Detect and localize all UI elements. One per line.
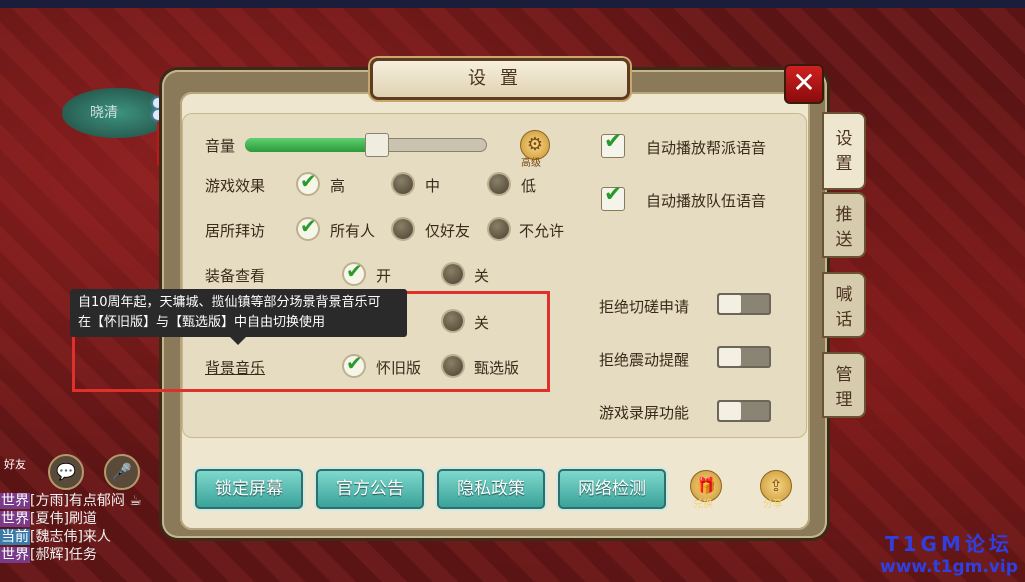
share-label: 分享 — [763, 499, 783, 510]
reject-duel-toggle[interactable] — [717, 293, 771, 315]
tooltip-line-2: 在【怀旧版】与【甄选版】中自由切换使用 — [78, 315, 326, 330]
home-visit-all-radio[interactable] — [298, 214, 318, 239]
privacy-policy-button[interactable]: 隐私政策 — [437, 469, 545, 509]
watermark-title: T1GM论坛 — [885, 532, 1013, 556]
auto-team-voice-checkbox[interactable] — [601, 182, 625, 211]
bgm-tooltip: 自10周年起，天墉城、揽仙镇等部分场景背景音乐可 在【怀旧版】与【甄选版】中自由… — [70, 289, 407, 345]
game-effect-mid-label: 中 — [425, 177, 441, 195]
volume-label: 音量 — [205, 137, 236, 155]
home-visit-label: 居所拜访 — [205, 222, 266, 240]
redeem-label: 兑换 — [693, 499, 713, 510]
tab-push[interactable]: 推送 — [822, 192, 866, 258]
lock-screen-button[interactable]: 锁定屏幕 — [195, 469, 303, 509]
close-button[interactable]: ✕ — [784, 64, 824, 104]
auto-team-voice-label: 自动播放队伍语音 — [646, 192, 767, 210]
volume-slider[interactable] — [245, 133, 487, 157]
home-visit-all-label: 所有人 — [330, 222, 376, 240]
gift-icon: 🎁 — [696, 476, 716, 495]
chat-line: 当前[魏志伟]来人 — [0, 529, 111, 545]
home-visit-friends-radio[interactable] — [393, 219, 413, 239]
announcement-button[interactable]: 官方公告 — [316, 469, 424, 509]
map-location-label: 晓清 — [90, 105, 118, 121]
dialog-title: 设置 — [468, 68, 532, 89]
friends-label[interactable]: 好友 — [4, 456, 26, 472]
auto-guild-voice-checkbox[interactable] — [601, 129, 625, 158]
chat-log: 世界[方雨]有点郁闷 ☕ 世界[夏伟]刷道 当前[魏志伟]来人 世界[郝辉]任务 — [0, 490, 160, 563]
game-effect-low-label: 低 — [521, 177, 537, 195]
volume-slider-fill — [245, 138, 376, 152]
chat-bubble-icon[interactable]: 💬 — [48, 454, 84, 490]
screen-record-toggle[interactable] — [717, 400, 771, 422]
equipment-view-on-radio[interactable] — [344, 259, 364, 284]
tooltip-line-1: 自10周年起，天墉城、揽仙镇等部分场景背景音乐可 — [78, 295, 381, 310]
reject-vibrate-toggle[interactable] — [717, 346, 771, 368]
tab-manage[interactable]: 管理 — [822, 352, 866, 418]
share-icon: ⇪ — [769, 476, 783, 495]
game-effect-high-radio[interactable] — [298, 169, 318, 194]
home-visit-none-radio[interactable] — [489, 219, 509, 239]
equipment-view-label: 装备查看 — [205, 267, 266, 285]
equipment-view-off-radio[interactable] — [443, 264, 463, 284]
gear-icon: ⚙ — [526, 134, 544, 155]
dialog-title-plate: 设置 — [370, 58, 630, 100]
reject-vibrate-label: 拒绝震动提醒 — [599, 351, 690, 369]
voice-mic-icon[interactable]: 🎤 — [104, 454, 140, 490]
chat-line: 世界[夏伟]刷道 — [0, 511, 97, 527]
network-check-button[interactable]: 网络检测 — [558, 469, 666, 509]
equipment-view-on-label: 开 — [376, 267, 392, 285]
watermark-url: www.t1gm.vip — [880, 557, 1018, 577]
game-effect-label: 游戏效果 — [205, 177, 266, 195]
home-visit-friends-label: 仅好友 — [425, 222, 471, 240]
equipment-view-off-label: 关 — [474, 267, 490, 285]
game-effect-low-radio[interactable] — [489, 174, 509, 194]
game-effect-high-label: 高 — [330, 177, 346, 195]
volume-slider-handle[interactable] — [364, 133, 389, 157]
tab-shout[interactable]: 喊话 — [822, 272, 866, 338]
advanced-label: 高级 — [521, 158, 541, 169]
chat-line: 世界[郝辉]任务 — [0, 547, 97, 563]
top-status-bar — [0, 0, 1025, 8]
chat-line: 世界[方雨]有点郁闷 ☕ — [0, 493, 142, 509]
auto-guild-voice-label: 自动播放帮派语音 — [646, 139, 767, 157]
reject-duel-label: 拒绝切磋申请 — [599, 298, 690, 316]
home-visit-none-label: 不允许 — [519, 222, 565, 240]
screen-record-label: 游戏录屏功能 — [599, 404, 690, 422]
game-effect-mid-radio[interactable] — [393, 174, 413, 194]
tab-settings[interactable]: 设置 — [822, 112, 866, 190]
